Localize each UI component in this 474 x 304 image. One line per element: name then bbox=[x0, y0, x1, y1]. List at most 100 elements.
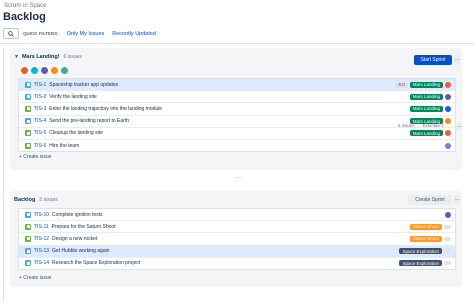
issue-summary: Hire the team bbox=[49, 142, 80, 149]
avatar[interactable] bbox=[40, 66, 49, 75]
issue-summary: Send the pre-landing report to Earth bbox=[49, 118, 130, 125]
backlog-issue-list: TIS-10 Complete ignition tests TIS-11 Pr… bbox=[18, 208, 456, 270]
table-row[interactable]: TIS-11 Prepare for the Saturn Shoot Satu… bbox=[19, 221, 455, 234]
issue-summary: Cleanup the landing site bbox=[49, 130, 103, 137]
sprint-issue-count: 6 issues bbox=[63, 54, 82, 60]
task-icon bbox=[25, 211, 31, 218]
issue-key[interactable]: TIS-11 bbox=[34, 224, 49, 230]
estimate-badge: 6.0 bbox=[395, 81, 408, 88]
table-row[interactable]: TIS-4 Send the pre-landing report to Ear… bbox=[19, 116, 455, 128]
issue-key[interactable]: TIS-4 bbox=[34, 118, 46, 124]
avatar[interactable] bbox=[445, 211, 451, 218]
table-row[interactable]: TIS-12 Design a new rocket Saturn Shoot bbox=[19, 233, 455, 246]
assignee-placeholder[interactable] bbox=[444, 236, 451, 241]
assignee-placeholder[interactable] bbox=[444, 261, 451, 266]
table-row[interactable]: TIS-14 Research the Space Exploration pr… bbox=[19, 258, 455, 269]
issue-key[interactable]: TIS-2 bbox=[34, 94, 46, 100]
issue-key[interactable]: TIS-13 bbox=[34, 248, 49, 254]
story-icon bbox=[25, 142, 31, 149]
table-row[interactable]: TIS-2 Verify the landing site Mars Landi… bbox=[19, 91, 455, 104]
assignee-placeholder[interactable] bbox=[444, 249, 451, 254]
summary-more-button[interactable]: ··· bbox=[456, 123, 462, 130]
epic-label[interactable]: Mars Landing bbox=[409, 130, 443, 137]
task-icon bbox=[25, 248, 31, 255]
search-button[interactable] bbox=[3, 28, 19, 39]
table-row[interactable]: TIS-5 Cleanup the landing site Mars Land… bbox=[19, 128, 455, 140]
avatar[interactable] bbox=[445, 93, 451, 100]
task-icon bbox=[25, 93, 31, 100]
summary-issue-count: 6 issues bbox=[398, 123, 415, 128]
sprint-issue-list: TIS-1 Spaceship tracker app updates 6.0 … bbox=[18, 78, 456, 153]
backlog-panel: Backlog 5 issues Create Sprint ··· TIS-1… bbox=[10, 191, 462, 287]
avatar[interactable] bbox=[445, 130, 451, 137]
sprint-more-button[interactable]: ··· bbox=[454, 55, 460, 65]
avatar[interactable] bbox=[445, 81, 451, 88]
table-row[interactable]: TIS-10 Complete ignition tests bbox=[19, 209, 455, 222]
filter-recently-updated[interactable]: Recently Updated bbox=[112, 31, 156, 37]
epic-label[interactable]: Space Exploration bbox=[399, 260, 442, 267]
assignee-placeholder[interactable] bbox=[444, 224, 451, 229]
epic-label[interactable]: Saturn Shoot bbox=[409, 235, 442, 242]
epic-label[interactable]: Mars Landing bbox=[409, 105, 443, 112]
backlog-more-button[interactable]: ··· bbox=[454, 195, 460, 205]
summary-estimate-label: Estimate 6 bbox=[422, 123, 444, 128]
epic-label[interactable]: Mars Landing bbox=[409, 81, 443, 88]
table-row[interactable]: TIS-3 Enter the landing trajectory into … bbox=[19, 103, 455, 116]
issue-key[interactable]: TIS-6 bbox=[34, 143, 46, 149]
create-issue-link[interactable]: + Create issue bbox=[19, 275, 51, 281]
issue-summary: Get Hubble working again bbox=[52, 248, 110, 255]
story-icon bbox=[25, 105, 31, 112]
search-icon bbox=[8, 30, 14, 37]
table-row[interactable]: TIS-6 Hire the team bbox=[19, 140, 455, 151]
breadcrumb[interactable]: Scrum in Space bbox=[4, 3, 46, 9]
epic-label[interactable]: Space Exploration bbox=[399, 248, 442, 255]
issue-summary: Prepare for the Saturn Shoot bbox=[51, 223, 116, 230]
table-row[interactable]: TIS-13 Get Hubble working again Space Ex… bbox=[19, 245, 455, 258]
divider bbox=[0, 43, 474, 44]
story-icon bbox=[25, 223, 31, 230]
backlog-issue-count: 5 issues bbox=[39, 197, 58, 203]
sprint-summary: 6 issues Estimate 6 bbox=[398, 123, 444, 128]
issue-key[interactable]: TIS-3 bbox=[34, 106, 46, 112]
avatar[interactable] bbox=[50, 66, 59, 75]
issue-summary: Spaceship tracker app updates bbox=[49, 81, 119, 88]
filter-only-my-issues[interactable]: Only My Issues bbox=[67, 31, 105, 37]
quick-filters-label: QUICK FILTERS: bbox=[23, 31, 59, 36]
story-icon bbox=[25, 235, 31, 242]
sprint-assignees bbox=[20, 66, 69, 75]
task-icon bbox=[25, 118, 31, 125]
chevron-down-icon[interactable]: ▼ bbox=[14, 54, 19, 60]
story-icon bbox=[25, 130, 31, 137]
start-sprint-button[interactable]: Start Sprint bbox=[414, 55, 452, 65]
drag-handle[interactable]: ··· bbox=[236, 175, 241, 181]
issue-key[interactable]: TIS-1 bbox=[34, 82, 46, 88]
avatar[interactable] bbox=[445, 142, 451, 149]
sprint-header[interactable]: ▼ Mars Landing! 6 issues bbox=[14, 54, 82, 60]
quick-filters-bar: QUICK FILTERS: Only My Issues Recently U… bbox=[3, 28, 156, 39]
avatar[interactable] bbox=[445, 118, 451, 125]
create-issue-link[interactable]: + Create issue bbox=[19, 154, 51, 160]
sprint-name: Mars Landing! bbox=[21, 54, 60, 60]
avatar[interactable] bbox=[20, 66, 29, 75]
issue-key[interactable]: TIS-12 bbox=[34, 236, 49, 242]
task-icon bbox=[25, 260, 31, 267]
issue-key[interactable]: TIS-14 bbox=[34, 260, 49, 266]
epic-label[interactable]: Mars Landing bbox=[409, 93, 443, 100]
epic-label[interactable]: Saturn Shoot bbox=[409, 223, 442, 230]
issue-summary: Enter the landing trajectory into the la… bbox=[49, 105, 163, 112]
table-row[interactable]: TIS-1 Spaceship tracker app updates 6.0 … bbox=[19, 79, 455, 92]
backlog-name: Backlog bbox=[14, 197, 36, 203]
issue-summary: Design a new rocket bbox=[52, 235, 98, 242]
left-edge-divider bbox=[3, 48, 4, 302]
backlog-header[interactable]: Backlog 5 issues bbox=[14, 197, 58, 203]
avatar[interactable] bbox=[60, 66, 69, 75]
issue-key[interactable]: TIS-5 bbox=[34, 130, 46, 136]
page-title: Backlog bbox=[3, 11, 46, 23]
task-icon bbox=[25, 81, 31, 88]
create-sprint-button[interactable]: Create Sprint bbox=[408, 195, 452, 205]
issue-summary: Research the Space Exploration project bbox=[52, 260, 141, 267]
avatar[interactable] bbox=[30, 66, 39, 75]
issue-key[interactable]: TIS-10 bbox=[34, 212, 49, 218]
avatar[interactable] bbox=[445, 105, 451, 112]
issue-summary: Verify the landing site bbox=[49, 93, 97, 100]
